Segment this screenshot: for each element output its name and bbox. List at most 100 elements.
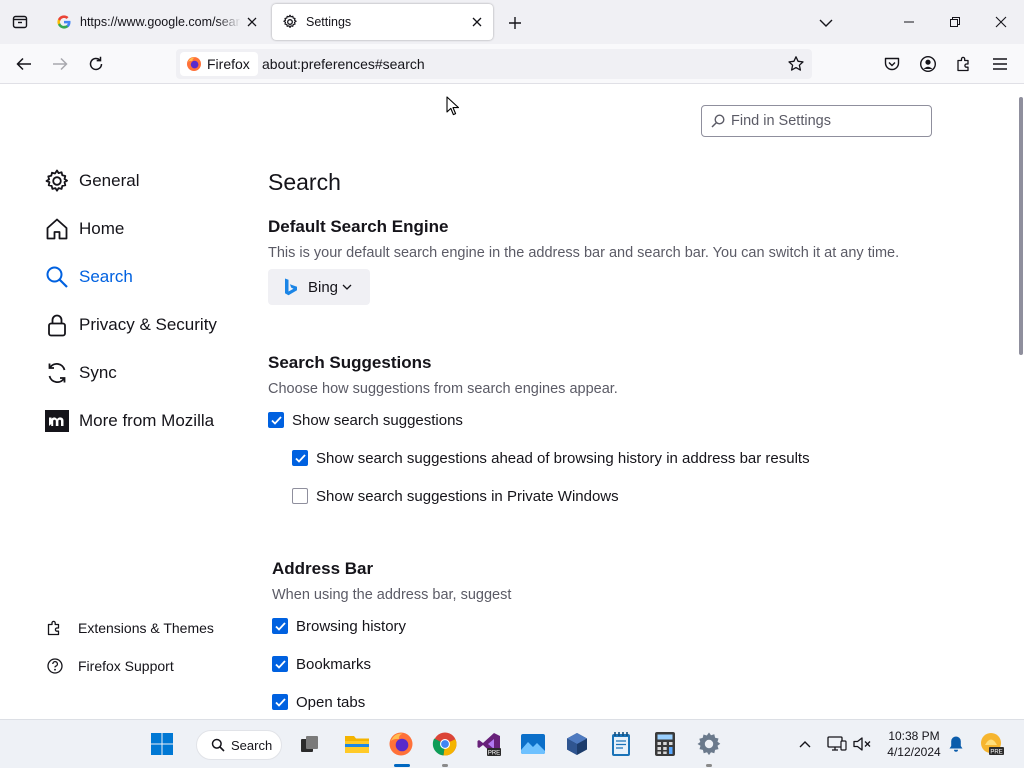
open-tabs-checkbox[interactable]: Open tabs [272, 691, 365, 713]
checkbox-label: Open tabs [296, 693, 366, 711]
task-view-icon [301, 736, 318, 752]
close-tab-button[interactable] [466, 11, 488, 33]
identity-label: Firefox [207, 56, 250, 72]
taskbar-search-box[interactable]: Search [196, 730, 282, 760]
firefox-view-button[interactable] [0, 0, 40, 44]
close-icon [247, 17, 257, 27]
app-menu-button[interactable] [984, 48, 1016, 80]
network-icon [827, 736, 847, 751]
chevron-up-icon [799, 741, 811, 748]
checkbox-label: Show search suggestions ahead of browsin… [316, 449, 810, 467]
svg-text:PRE: PRE [990, 750, 1002, 756]
checkbox-checked[interactable] [292, 450, 308, 466]
browsing-history-checkbox[interactable]: Browsing history [272, 615, 406, 637]
checkbox-label: Show search suggestions [292, 411, 463, 429]
mozilla-m-icon [44, 408, 70, 434]
photos-button[interactable] [519, 730, 547, 758]
scrollbar[interactable] [1016, 85, 1024, 719]
address-bar[interactable]: Firefox about:preferences#search [176, 49, 812, 79]
category-label: Search [79, 267, 133, 286]
tab-google-search[interactable]: https://www.google.com/search [46, 4, 268, 40]
arrow-left-icon [16, 57, 31, 71]
back-button[interactable] [8, 48, 40, 80]
arrow-right-icon [53, 57, 68, 71]
scrollbar-thumb[interactable] [1019, 97, 1023, 355]
restore-button[interactable] [932, 0, 978, 44]
mouse-cursor-icon [446, 96, 460, 116]
checkbox-checked[interactable] [272, 656, 288, 672]
default-search-engine-description: This is your default search engine in th… [268, 245, 900, 261]
notifications-button[interactable] [945, 732, 967, 756]
pocket-button[interactable] [876, 48, 908, 80]
task-view-button[interactable] [296, 730, 324, 758]
new-tab-button[interactable] [502, 10, 528, 36]
category-label: More from Mozilla [79, 411, 215, 430]
find-in-settings-input[interactable] [731, 113, 921, 129]
category-home[interactable]: Home [44, 211, 124, 247]
category-privacy-security[interactable]: Privacy & Security [44, 307, 217, 343]
checkbox-label: Show search suggestions in Private Windo… [316, 487, 619, 505]
category-search[interactable]: Search [44, 259, 133, 295]
help-icon [46, 657, 64, 675]
visual-studio-preview-icon: PRE [477, 733, 501, 757]
taskbar: Search PRE 10:38 PM 4/12/2024 PRE [0, 719, 1024, 768]
tab-title: Settings [306, 15, 352, 29]
category-label: Sync [79, 363, 117, 382]
network-status-button[interactable] [826, 732, 848, 756]
address-bar-description: When using the address bar, suggest [272, 587, 512, 603]
bookmarks-checkbox[interactable]: Bookmarks [272, 653, 371, 675]
checkbox-checked[interactable] [268, 412, 284, 428]
running-app-indicator [706, 764, 712, 767]
show-hidden-icons-button[interactable] [794, 732, 816, 756]
checkbox-unchecked[interactable] [292, 488, 308, 504]
category-general[interactable]: General [44, 163, 139, 199]
find-in-settings-field[interactable] [701, 105, 932, 137]
forward-button[interactable] [44, 48, 76, 80]
close-window-button[interactable] [978, 0, 1024, 44]
home-icon [44, 216, 70, 242]
extensions-button[interactable] [948, 48, 980, 80]
firefox-view-icon [12, 15, 28, 29]
settings-taskbar-button[interactable] [695, 730, 723, 758]
pocket-icon [884, 57, 900, 71]
close-tab-button[interactable] [241, 11, 263, 33]
bing-icon [285, 278, 297, 296]
volume-button[interactable] [851, 732, 873, 756]
visual-studio-preview-button[interactable]: PRE [475, 730, 503, 758]
minimize-button[interactable] [886, 0, 932, 44]
notepad-button[interactable] [607, 730, 635, 758]
list-all-tabs-button[interactable] [812, 10, 840, 36]
suggestions-private-windows-checkbox[interactable]: Show search suggestions in Private Windo… [292, 485, 619, 507]
category-more-from-mozilla[interactable]: More from Mozilla [44, 403, 214, 439]
checkbox-checked[interactable] [272, 694, 288, 710]
checkbox-checked[interactable] [272, 618, 288, 634]
sync-icon [44, 360, 70, 386]
bookmark-star-button[interactable] [784, 52, 808, 76]
tab-settings[interactable]: Settings [272, 4, 493, 40]
chrome-taskbar-button[interactable] [431, 730, 459, 758]
star-icon [788, 56, 804, 71]
calculator-button[interactable] [651, 730, 679, 758]
extensions-themes-link[interactable]: Extensions & Themes [46, 616, 214, 640]
account-button[interactable] [912, 48, 944, 80]
folder-icon [345, 736, 369, 753]
identity-box[interactable]: Firefox [180, 52, 258, 76]
reload-button[interactable] [80, 48, 112, 80]
gear-icon [282, 14, 298, 30]
taskbar-clock[interactable]: 10:38 PM 4/12/2024 [880, 728, 948, 760]
default-engine-dropdown[interactable]: Bing [268, 269, 370, 305]
notepad-icon [612, 732, 630, 756]
virtualbox-button[interactable] [563, 730, 591, 758]
start-button[interactable] [148, 730, 176, 758]
show-search-suggestions-checkbox[interactable]: Show search suggestions [268, 409, 463, 431]
bell-icon [949, 736, 963, 752]
firefox-support-link[interactable]: Firefox Support [46, 654, 174, 678]
url-text[interactable]: about:preferences#search [262, 56, 425, 72]
suggestions-ahead-of-history-checkbox[interactable]: Show search suggestions ahead of browsin… [292, 447, 810, 469]
page-title: Search [268, 169, 341, 195]
file-explorer-button[interactable] [343, 730, 371, 758]
tab-strip: https://www.google.com/search Settings [0, 0, 1024, 44]
copilot-preview-button[interactable]: PRE [979, 732, 1005, 756]
category-sync[interactable]: Sync [44, 355, 117, 391]
firefox-taskbar-button[interactable] [387, 730, 415, 758]
